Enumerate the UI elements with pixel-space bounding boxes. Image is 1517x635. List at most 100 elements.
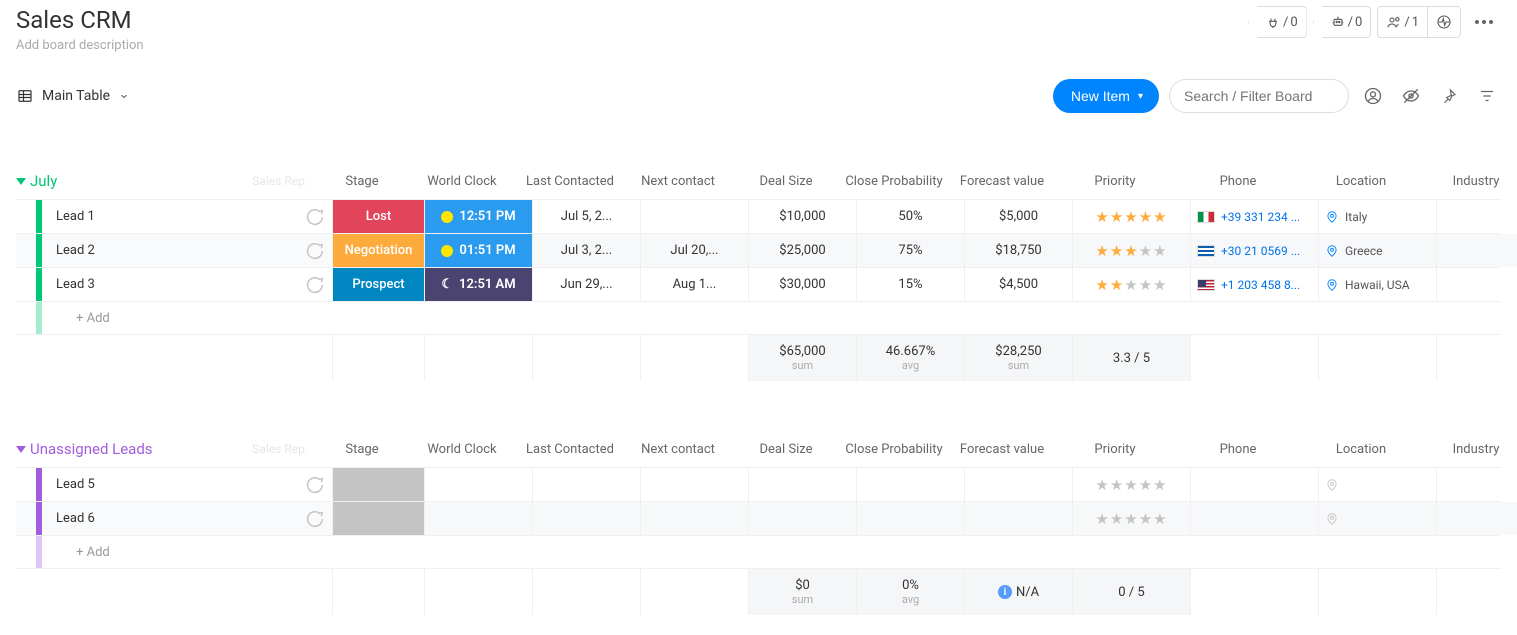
last-contacted-cell[interactable]: Jul 5, 2... <box>532 200 640 233</box>
add-item-row[interactable]: + Add <box>16 301 1501 335</box>
group-toggle[interactable] <box>16 178 26 185</box>
forecast-cell[interactable]: $5,000 <box>964 200 1072 233</box>
stage-cell[interactable]: Prospect <box>332 268 424 301</box>
phone-cell[interactable] <box>1190 468 1318 501</box>
col-last-contacted[interactable]: Last Contacted <box>516 174 624 189</box>
stage-cell[interactable]: Negotiation <box>332 234 424 267</box>
col-clock[interactable]: World Clock <box>408 174 516 189</box>
location-cell[interactable] <box>1318 502 1436 535</box>
people-pill[interactable]: /1 <box>1378 7 1428 37</box>
col-sales-rep[interactable]: Sales Rep. <box>252 174 308 188</box>
location-cell[interactable] <box>1318 468 1436 501</box>
close-prob-cell[interactable] <box>856 468 964 501</box>
deal-size-cell[interactable] <box>748 468 856 501</box>
next-contact-cell[interactable] <box>640 502 748 535</box>
next-contact-cell[interactable]: Jul 20,... <box>640 234 748 267</box>
col-next-contact[interactable]: Next contact <box>624 442 732 457</box>
lead-name[interactable]: Lead 5 <box>42 477 296 492</box>
more-menu[interactable] <box>1467 20 1501 24</box>
next-contact-cell[interactable]: Aug 1... <box>640 268 748 301</box>
automations-pill[interactable]: /0 <box>1313 6 1372 38</box>
col-sales-rep[interactable]: Sales Rep. <box>252 442 308 456</box>
close-prob-cell[interactable]: 75% <box>856 234 964 267</box>
stage-cell[interactable]: Lost <box>332 200 424 233</box>
group-name[interactable]: July Sales Rep. <box>26 172 316 190</box>
col-industry[interactable]: Industry <box>1420 174 1517 189</box>
industry-cell[interactable] <box>1436 468 1517 501</box>
last-contacted-cell[interactable]: Jun 29,... <box>532 268 640 301</box>
col-close-prob[interactable]: Close Probability <box>840 442 948 457</box>
integrations-pill[interactable]: /0 <box>1248 6 1307 38</box>
group-toggle[interactable] <box>16 446 26 453</box>
chat-button[interactable] <box>296 240 332 262</box>
priority-cell[interactable]: ★★★★★ <box>1072 502 1190 535</box>
board-title[interactable]: Sales CRM <box>16 6 144 34</box>
priority-stars[interactable]: ★★★★★ <box>1095 476 1167 494</box>
forecast-cell[interactable]: $18,750 <box>964 234 1072 267</box>
clock-cell[interactable]: ☾ 12:51 AM <box>424 268 532 301</box>
priority-cell[interactable]: ★★★★★ <box>1072 234 1190 267</box>
view-tab-main-table[interactable]: Main Table <box>16 87 130 105</box>
person-button[interactable] <box>1359 82 1387 110</box>
last-contacted-cell[interactable]: Jul 3, 2... <box>532 234 640 267</box>
phone-cell[interactable] <box>1190 502 1318 535</box>
hide-button[interactable] <box>1397 82 1425 110</box>
add-item-row[interactable]: + Add <box>16 535 1501 569</box>
chat-button[interactable] <box>296 274 332 296</box>
chat-button[interactable] <box>296 206 332 228</box>
search-input[interactable] <box>1169 79 1349 113</box>
col-last-contacted[interactable]: Last Contacted <box>516 442 624 457</box>
next-contact-cell[interactable] <box>640 200 748 233</box>
lead-name[interactable]: Lead 3 <box>42 277 296 292</box>
col-deal-size[interactable]: Deal Size <box>732 442 840 457</box>
pin-button[interactable] <box>1435 82 1463 110</box>
close-prob-cell[interactable]: 15% <box>856 268 964 301</box>
last-contacted-cell[interactable] <box>532 468 640 501</box>
group-name[interactable]: Unassigned Leads Sales Rep. <box>26 440 316 458</box>
chat-button[interactable] <box>296 474 332 496</box>
col-forecast[interactable]: Forecast value <box>948 174 1056 189</box>
clock-cell[interactable] <box>424 502 532 535</box>
col-location[interactable]: Location <box>1302 174 1420 189</box>
col-stage[interactable]: Stage <box>316 174 408 189</box>
col-stage[interactable]: Stage <box>316 442 408 457</box>
col-priority[interactable]: Priority <box>1056 174 1174 189</box>
lead-name[interactable]: Lead 6 <box>42 511 296 526</box>
col-forecast[interactable]: Forecast value <box>948 442 1056 457</box>
deal-size-cell[interactable]: $10,000 <box>748 200 856 233</box>
location-cell[interactable]: Greece <box>1318 234 1436 267</box>
col-close-prob[interactable]: Close Probability <box>840 174 948 189</box>
col-priority[interactable]: Priority <box>1056 442 1174 457</box>
phone-cell[interactable]: +1 203 458 8... <box>1190 268 1318 301</box>
filter-button[interactable] <box>1473 82 1501 110</box>
col-phone[interactable]: Phone <box>1174 174 1302 189</box>
new-item-button[interactable]: New Item▾ <box>1053 79 1159 113</box>
clock-cell[interactable]: 01:51 PM <box>424 234 532 267</box>
stage-cell[interactable] <box>332 502 424 535</box>
close-prob-cell[interactable] <box>856 502 964 535</box>
col-clock[interactable]: World Clock <box>408 442 516 457</box>
priority-cell[interactable]: ★★★★★ <box>1072 200 1190 233</box>
col-deal-size[interactable]: Deal Size <box>732 174 840 189</box>
priority-stars[interactable]: ★★★★★ <box>1095 208 1167 226</box>
col-phone[interactable]: Phone <box>1174 442 1302 457</box>
deal-size-cell[interactable]: $30,000 <box>748 268 856 301</box>
board-description[interactable]: Add board description <box>16 38 144 53</box>
col-industry[interactable]: Industry <box>1420 442 1517 457</box>
close-prob-cell[interactable]: 50% <box>856 200 964 233</box>
priority-stars[interactable]: ★★★★★ <box>1095 242 1167 260</box>
clock-cell[interactable]: 12:51 PM <box>424 200 532 233</box>
industry-cell[interactable] <box>1436 200 1517 233</box>
location-cell[interactable]: Italy <box>1318 200 1436 233</box>
col-next-contact[interactable]: Next contact <box>624 174 732 189</box>
lead-name[interactable]: Lead 2 <box>42 243 296 258</box>
stage-cell[interactable] <box>332 468 424 501</box>
deal-size-cell[interactable]: $25,000 <box>748 234 856 267</box>
clock-cell[interactable] <box>424 468 532 501</box>
forecast-cell[interactable] <box>964 468 1072 501</box>
forecast-cell[interactable] <box>964 502 1072 535</box>
industry-cell[interactable] <box>1436 502 1517 535</box>
phone-cell[interactable]: +39 331 234 ... <box>1190 200 1318 233</box>
priority-cell[interactable]: ★★★★★ <box>1072 268 1190 301</box>
phone-cell[interactable]: +30 21 0569 ... <box>1190 234 1318 267</box>
